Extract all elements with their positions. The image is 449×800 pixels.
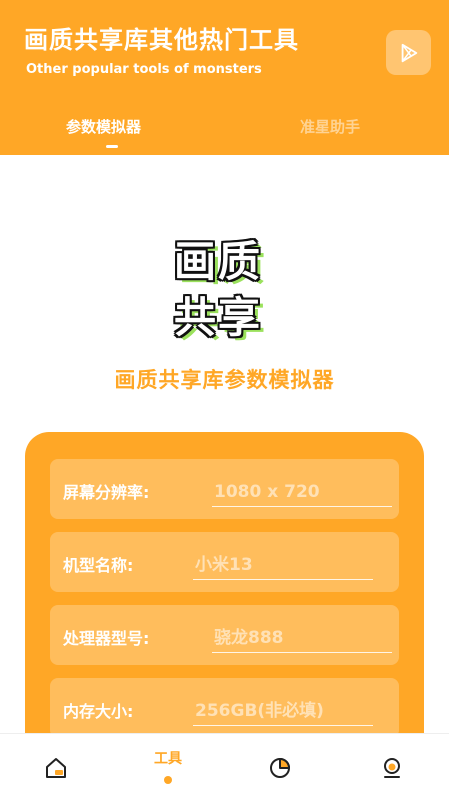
app-title: 画质共享库其他热门工具 [24, 26, 299, 54]
processor-label: 处理器型号: [63, 629, 150, 648]
nav-active-dot [164, 776, 172, 784]
pie-chart-icon [270, 758, 290, 778]
play-store-button[interactable] [386, 30, 431, 75]
resolution-input[interactable] [212, 471, 392, 507]
app-subtitle: Other popular tools of monsters [26, 62, 262, 77]
play-store-icon [401, 43, 417, 62]
header: 画质共享库其他热门工具 Other popular tools of monst… [0, 0, 449, 155]
nav-item-home[interactable] [26, 734, 86, 800]
logo-text-line-1: 画质 [174, 237, 263, 286]
profile-icon [384, 758, 400, 778]
nav-item-profile[interactable] [362, 734, 422, 800]
nav-item-tools[interactable]: 工具 [138, 734, 198, 800]
processor-input[interactable] [212, 617, 392, 653]
nav-item-stats[interactable] [250, 734, 310, 800]
model-name-field-row: 机型名称: [50, 532, 399, 592]
resolution-field-row: 屏幕分辨率: [50, 459, 399, 519]
memory-field-row: 内存大小: [50, 678, 399, 738]
tab-param-simulator[interactable]: 参数模拟器 [66, 116, 141, 137]
app-logo: 画质 共享 [166, 222, 284, 342]
logo-text-line-2: 共享 [174, 293, 263, 342]
processor-field-row: 处理器型号: [50, 605, 399, 665]
resolution-label: 屏幕分辨率: [63, 483, 150, 502]
model-name-input[interactable] [193, 544, 373, 580]
tab-indicator [106, 145, 118, 148]
page-title: 画质共享库参数模拟器 [114, 368, 335, 392]
bottom-nav: 工具 [0, 733, 449, 800]
memory-input[interactable] [193, 690, 373, 726]
tab-crosshair-assistant[interactable]: 准星助手 [300, 116, 360, 137]
memory-label: 内存大小: [63, 702, 134, 721]
home-icon [46, 758, 66, 778]
nav-label-tools: 工具 [154, 751, 182, 767]
model-name-label: 机型名称: [63, 556, 134, 575]
